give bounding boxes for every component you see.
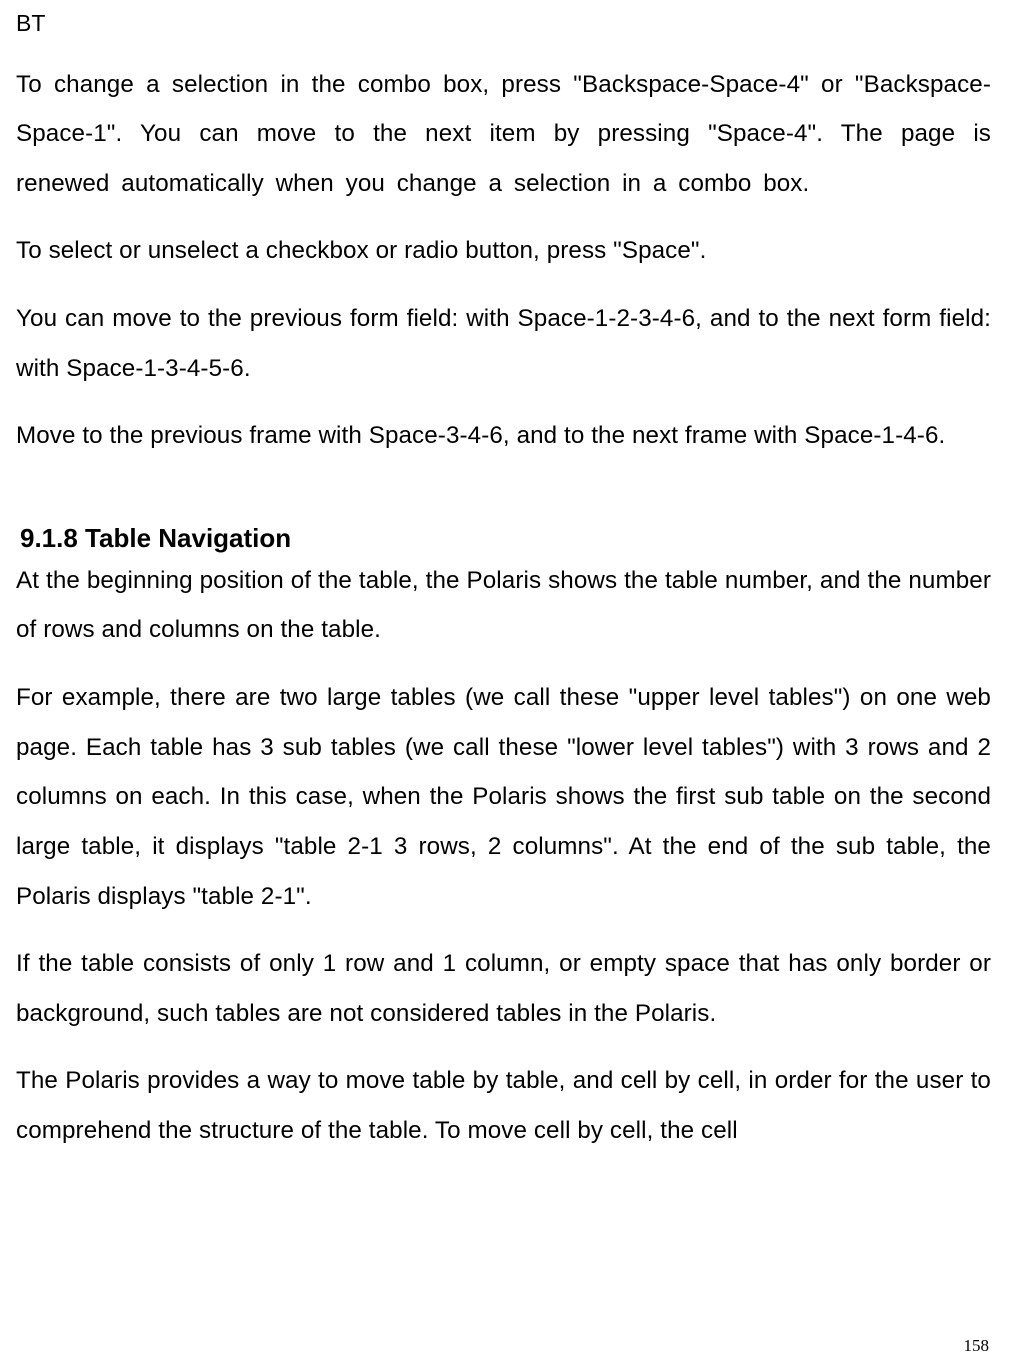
paragraph-8: The Polaris provides a way to move table… (16, 1056, 991, 1155)
paragraph-2: To select or unselect a checkbox or radi… (16, 226, 991, 276)
document-page: BT To change a selection in the combo bo… (0, 0, 1011, 1370)
paragraph-6: For example, there are two large tables … (16, 673, 991, 921)
paragraph-7: If the table consists of only 1 row and … (16, 939, 991, 1038)
paragraph-3: You can move to the previous form field:… (16, 294, 991, 393)
section-heading-9-1-8: 9.1.8 Table Navigation (20, 523, 991, 554)
paragraph-1: To change a selection in the combo box, … (16, 60, 991, 209)
page-number: 158 (964, 1336, 990, 1356)
paragraph-4: Move to the previous frame with Space-3-… (16, 411, 991, 461)
header-label: BT (16, 10, 991, 38)
paragraph-5: At the beginning position of the table, … (16, 556, 991, 655)
